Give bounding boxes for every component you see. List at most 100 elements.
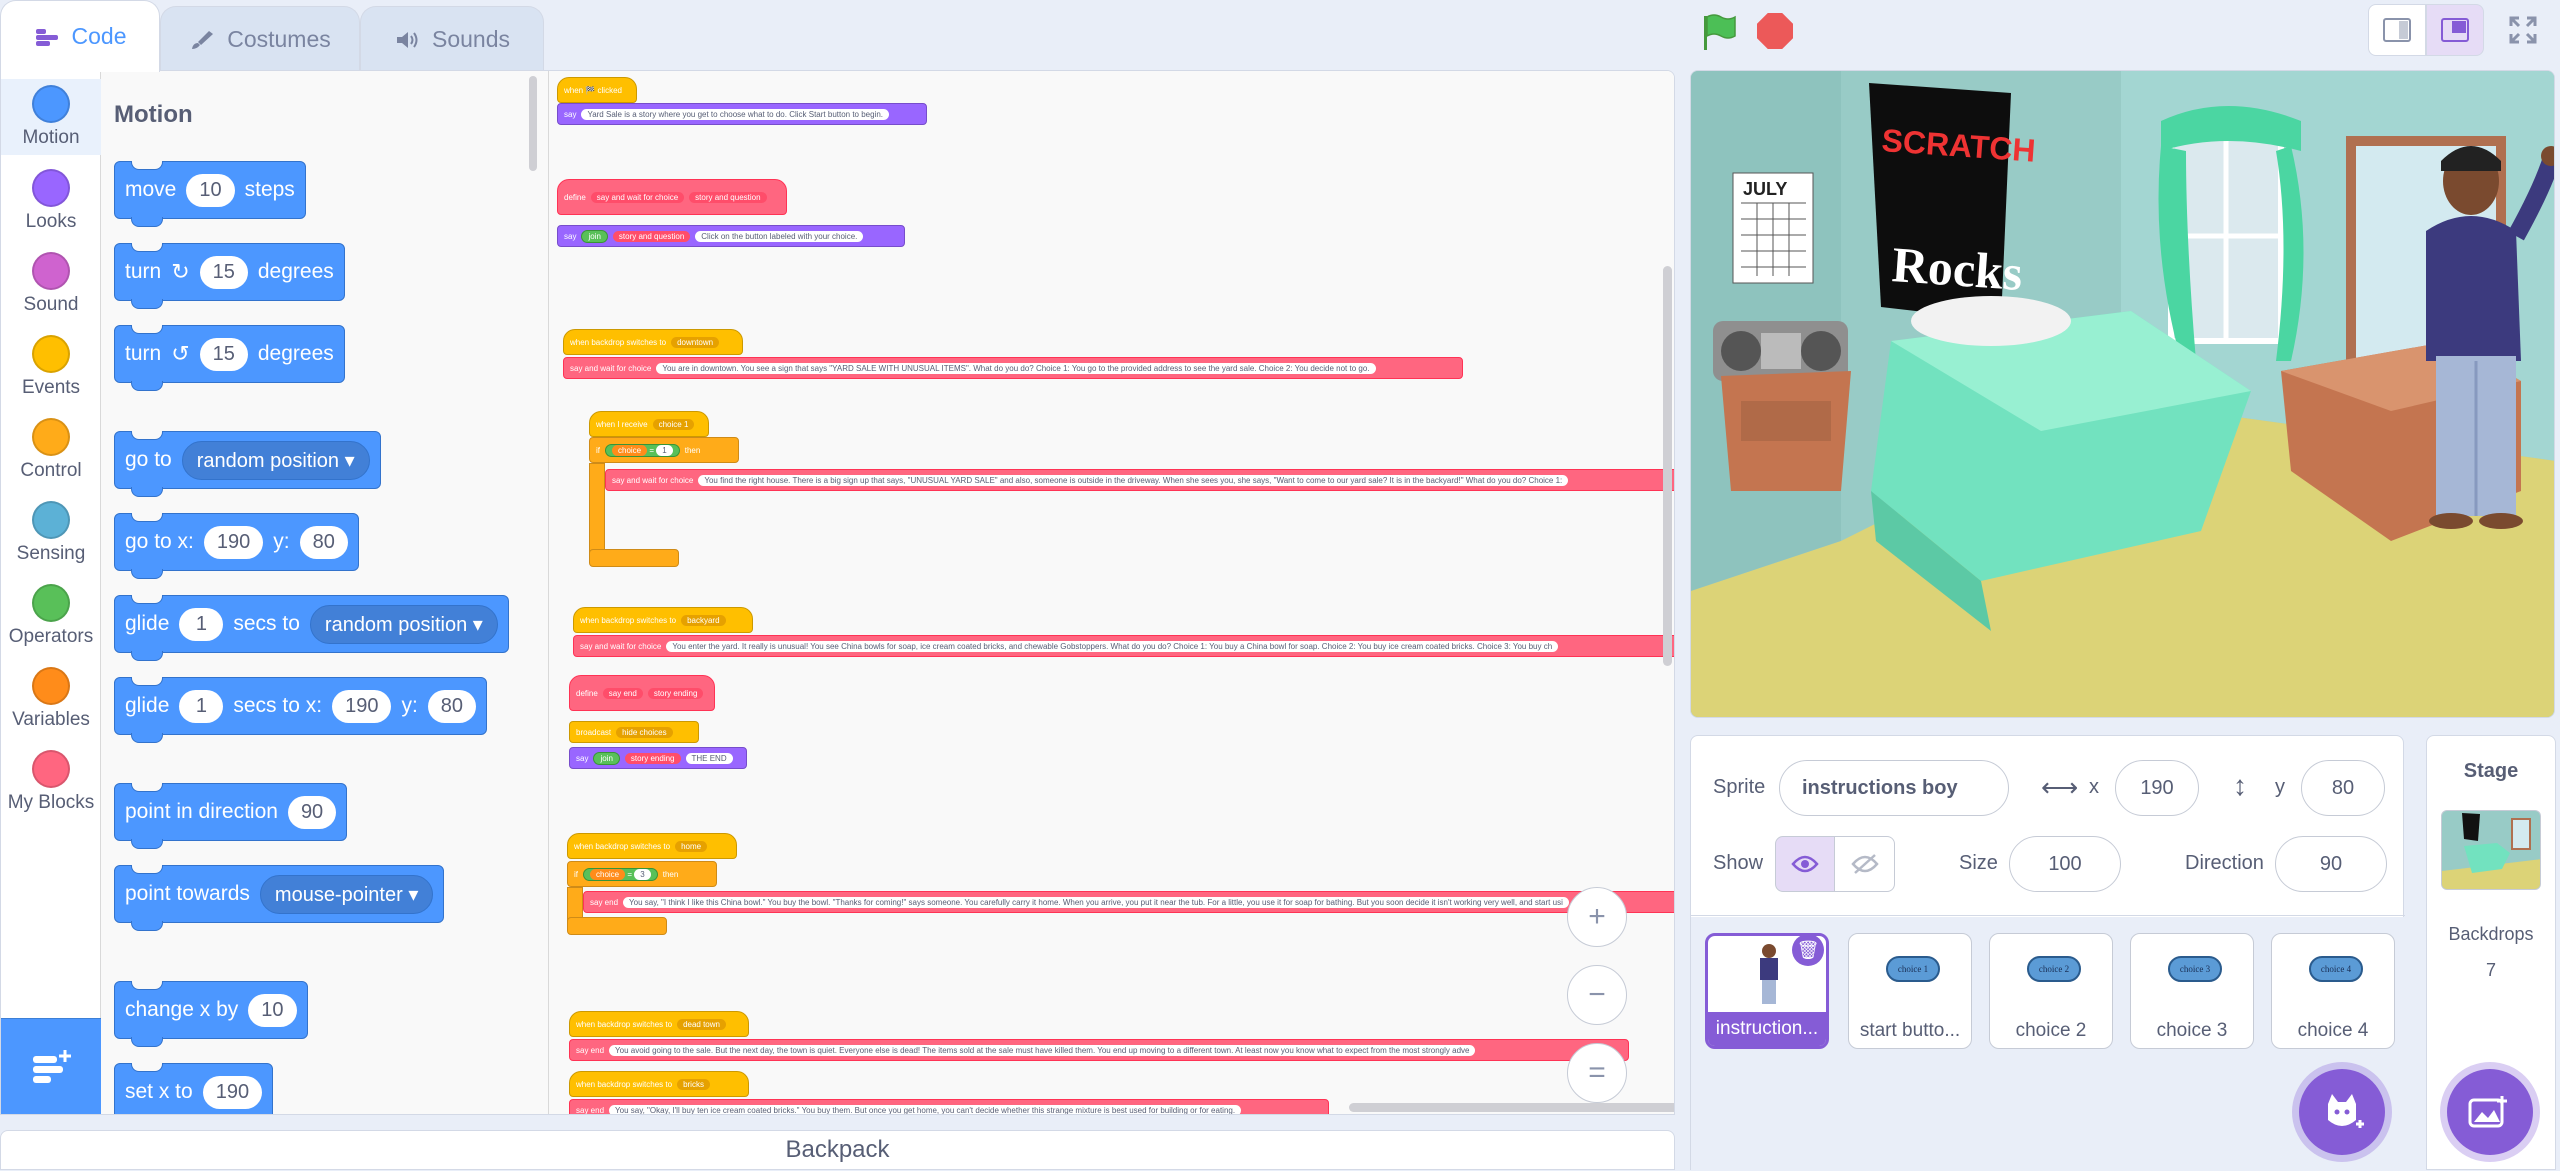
equals-operator[interactable]: choice = 3 [583,867,658,881]
category-variables[interactable]: Variables [1,661,101,737]
large-stage-button[interactable] [2426,4,2484,56]
choose-backdrop-button[interactable] [2447,1069,2533,1155]
change-x-block[interactable]: change x by 10 [114,981,308,1047]
degrees-input[interactable]: 15 [199,255,248,289]
category-sound[interactable]: Sound [1,246,101,322]
direction-input[interactable]: 90 [287,795,337,829]
tab-code[interactable]: Code [0,0,160,72]
sprite-tile-choice-4[interactable]: choice 4 choice 4 [2271,933,2395,1049]
value-input[interactable]: 3 [634,868,651,880]
value-input[interactable]: 1 [656,444,673,456]
say-and-wait-block[interactable]: say and wait for choice You enter the yar… [573,635,1674,657]
choose-sprite-button[interactable] [2299,1069,2385,1155]
join-reporter[interactable]: join [593,751,620,765]
size-input[interactable]: 100 [2009,836,2121,892]
point-in-direction-block[interactable]: point in direction 90 [114,783,348,849]
degrees-input[interactable]: 15 [199,337,248,371]
argument-reporter[interactable]: story ending [624,752,681,764]
when-backdrop-switches-block[interactable]: when backdrop switches to home [567,833,737,859]
say-text-input[interactable]: Yard Sale is a story where you get to ch… [581,108,890,120]
target-dropdown[interactable]: mouse-pointer ▾ [259,874,434,914]
argument-reporter[interactable]: story ending [647,687,704,699]
if-block[interactable]: if choice = 3 then [567,861,717,887]
direction-input[interactable]: 90 [2275,836,2387,892]
say-and-wait-block[interactable]: say and wait for choice You find the righ… [605,469,1674,491]
hide-sprite-button[interactable] [1835,836,1895,892]
equals-operator[interactable]: choice = 1 [605,443,680,457]
move-steps-block[interactable]: move 10 steps [114,161,306,227]
set-x-block[interactable]: set x to 190 [114,1063,274,1114]
story-input[interactable]: You enter the yard. It really is unusual… [666,640,1559,652]
backdrop-dropdown[interactable]: dead town [677,1018,726,1030]
change-x-input[interactable]: 10 [248,993,297,1027]
steps-input[interactable]: 10 [186,173,235,207]
define-block[interactable]: define say and wait for choice story and q… [557,179,787,215]
palette-scrollbar[interactable] [529,76,537,171]
define-say-end-block[interactable]: define say end story ending [569,675,715,711]
story-input[interactable]: You say, "I think I like this China bowl… [623,896,1569,908]
add-extension-button[interactable] [1,1018,101,1114]
category-my-blocks[interactable]: My Blocks [1,744,101,820]
zoom-reset-button[interactable]: = [1567,1043,1627,1103]
broadcast-block[interactable]: broadcast hide choices [569,721,699,743]
y-input[interactable]: 80 [427,689,477,723]
stop-sign-icon[interactable] [1757,13,1793,49]
stage-canvas[interactable]: JULY SCRATCH Rocks [1690,70,2555,718]
when-backdrop-switches-block[interactable]: when backdrop switches to bricks [569,1071,749,1097]
argument-reporter[interactable]: story and question [612,230,691,242]
category-operators[interactable]: Operators [1,578,101,654]
story-input[interactable]: You avoid going to the sale. But the nex… [609,1044,1476,1056]
small-stage-button[interactable] [2368,4,2426,56]
sprite-tile-choice-3[interactable]: choice 3 choice 3 [2130,933,2254,1049]
stage-selector[interactable]: Stage Backdrops 7 [2426,735,2556,1170]
turn-left-block[interactable]: turn ↺ 15 degrees [114,325,345,391]
join-text-input[interactable]: Click on the button labeled with your ch… [695,230,864,242]
y-position-input[interactable]: 80 [2301,760,2385,816]
secs-input[interactable]: 1 [179,607,224,641]
point-towards-block[interactable]: point towards mouse-pointer ▾ [114,865,445,931]
backpack[interactable]: Backpack [0,1130,1675,1170]
category-looks[interactable]: Looks [1,163,101,239]
when-i-receive-block[interactable]: when I receive choice 1 [589,411,709,437]
target-dropdown[interactable]: random position ▾ [181,440,370,480]
glide-xy-block[interactable]: glide 1 secs to x: 190 y: 80 [114,677,488,743]
show-sprite-button[interactable] [1775,836,1835,892]
x-input[interactable]: 190 [203,525,264,559]
category-motion[interactable]: Motion [1,79,101,155]
sprite-tile-instructions-boy[interactable]: 🗑 instruction... [1705,933,1829,1049]
go-to-block[interactable]: go to random position ▾ [114,431,381,497]
backdrop-dropdown[interactable]: backyard [681,614,726,626]
turn-right-block[interactable]: turn ↻ 15 degrees [114,243,345,309]
sprite-tile-start-button[interactable]: choice 1 start butto... [1848,933,1972,1049]
category-control[interactable]: Control [1,412,101,488]
say-end-block[interactable]: say end You avoid going to the sale. But … [569,1039,1629,1061]
story-input[interactable]: You are in downtown. You see a sign that… [656,362,1376,374]
set-x-input[interactable]: 190 [202,1075,263,1109]
category-sensing[interactable]: Sensing [1,495,101,571]
when-backdrop-switches-block[interactable]: when backdrop switches to downtown [563,329,743,355]
green-flag-icon[interactable] [1700,12,1740,52]
sprite-tile-choice-2[interactable]: choice 2 choice 2 [1989,933,2113,1049]
x-position-input[interactable]: 190 [2115,760,2199,816]
when-flag-clicked-block[interactable]: when 🏁 clicked [557,77,637,103]
message-dropdown[interactable]: hide choices [616,726,673,738]
category-events[interactable]: Events [1,329,101,405]
backdrop-dropdown[interactable]: bricks [677,1078,710,1090]
when-backdrop-switches-block[interactable]: when backdrop switches to backyard [573,607,753,633]
target-dropdown[interactable]: random position ▾ [309,604,498,644]
script-area[interactable]: when 🏁 clicked say Yard Sale is a story w… [549,71,1674,1114]
x-input[interactable]: 190 [332,689,392,723]
story-input[interactable]: You find the right house. There is a big… [698,474,1569,486]
backdrop-dropdown[interactable]: home [675,840,708,852]
say-end-block[interactable]: say end You say, "I think I like this Chi… [583,891,1674,913]
story-input[interactable]: You say, "Okay, I'll buy ten ice cream c… [609,1104,1242,1114]
y-input[interactable]: 80 [299,525,348,559]
message-dropdown[interactable]: choice 1 [652,418,695,430]
tab-sounds[interactable]: Sounds [360,6,544,72]
zoom-out-button[interactable]: − [1567,965,1627,1025]
script-vertical-scrollbar[interactable] [1663,266,1672,666]
tab-costumes[interactable]: Costumes [160,6,360,72]
say-block[interactable]: say join story ending THE END [569,747,747,769]
sprite-name-input[interactable]: instructions boy [1779,760,2009,816]
say-and-wait-block[interactable]: say and wait for choice You are in downto… [563,357,1463,379]
